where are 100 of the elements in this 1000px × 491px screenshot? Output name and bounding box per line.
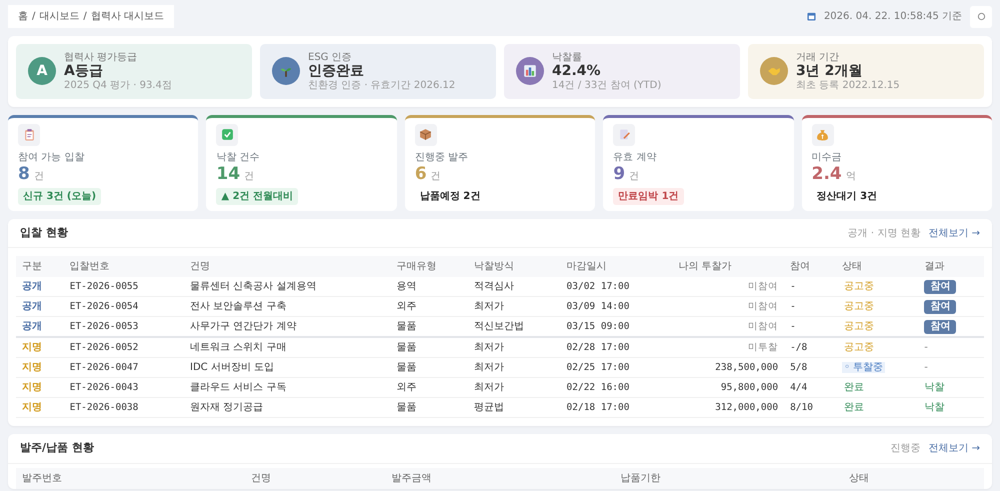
result-text: 낙찰 <box>924 382 944 394</box>
clipboard-icon <box>22 128 36 142</box>
join-button[interactable]: 참여 <box>924 300 956 314</box>
tile-value: 인증완료 <box>308 63 365 80</box>
breadcrumb-separator: / <box>32 11 36 22</box>
bid-number: ET-2026-0043 <box>64 378 184 398</box>
bid-type: 공개 <box>16 277 64 297</box>
result-text: 낙찰 <box>924 402 944 414</box>
deadline: 02/22 16:00 <box>560 378 672 398</box>
deadline: 03/02 17:00 <box>560 277 672 297</box>
deadline: 03/15 09:00 <box>560 316 672 338</box>
column-header: 낙찰방식 <box>468 256 561 278</box>
participation: - <box>784 277 836 297</box>
award-method: 평균법 <box>468 398 561 418</box>
status-label: ◦ 투찰중 <box>842 362 886 374</box>
tile-value: A등급 <box>64 63 104 80</box>
kpi-value: 14 <box>216 164 240 184</box>
column-header: 나의 투찰가 <box>672 256 784 278</box>
check-box-icon <box>220 128 234 142</box>
kpi-label: 유효 계약 <box>613 150 658 165</box>
bid-name: 원자재 정기공급 <box>184 398 390 418</box>
award-method: 최저가 <box>468 358 561 378</box>
purchase-type: 물품 <box>390 337 468 358</box>
participation: - <box>784 316 836 338</box>
purchase-type: 외주 <box>390 296 468 317</box>
section-meta: 공개 · 지명 현황 <box>848 226 920 241</box>
column-header: 발주번호 <box>16 468 245 489</box>
bid-price: 미참여 <box>672 296 784 317</box>
column-header: 마감일시 <box>560 256 672 278</box>
tile-value: 3년 2개월 <box>796 63 864 80</box>
kpi-unit: 억 <box>846 170 856 182</box>
bid-type: 지명 <box>16 358 64 378</box>
tile-value: 42.4% <box>552 63 602 80</box>
view-all-link[interactable]: 전체보기 → <box>928 226 980 241</box>
refresh-icon <box>976 12 986 21</box>
deadline: 02/28 17:00 <box>560 337 672 358</box>
refresh-button[interactable] <box>970 6 992 28</box>
column-header: 납품기한 <box>614 468 844 489</box>
bid-price: 238,500,000 <box>672 358 784 378</box>
kpi-label: 진행중 발주 <box>414 150 469 165</box>
bid-name: IDC 서버장비 도입 <box>184 358 390 378</box>
status-label: 공고중 <box>843 321 876 332</box>
column-header: 결과 <box>918 256 984 278</box>
bid-number: ET-2026-0052 <box>64 337 184 358</box>
column-header: 구매유형 <box>390 256 468 278</box>
view-all-link[interactable]: 전체보기 → <box>928 441 980 456</box>
status-label: 완료 <box>843 402 866 414</box>
calendar-icon <box>806 12 816 21</box>
deadline: 03/09 14:00 <box>560 296 672 317</box>
bid-type: 지명 <box>16 378 64 398</box>
column-header: 건명 <box>184 256 390 278</box>
bar-chart-icon <box>523 64 537 78</box>
kpi-label: 참여 가능 입찰 <box>18 150 86 165</box>
status-label: 완료 <box>843 382 866 394</box>
kpi-unit: 건 <box>244 170 254 182</box>
breadcrumb-link[interactable]: 대시보드 <box>39 11 80 22</box>
status-label: 공고중 <box>843 342 876 354</box>
column-header: 구분 <box>16 256 64 278</box>
column-header: 상태 <box>843 468 984 489</box>
deadline: 02/18 17:00 <box>560 398 672 418</box>
tile-label: 협력사 평가등급 <box>64 52 138 63</box>
participation: -/8 <box>784 337 836 358</box>
breadcrumb-link[interactable]: 홈 <box>18 11 28 22</box>
participation: 8/10 <box>784 398 836 418</box>
award-method: 적신보간법 <box>468 316 561 338</box>
section-title: 발주/납품 현황 <box>20 440 94 456</box>
tile-subtext: 친환경 인증 · 유효기간 2026.12 <box>308 80 456 91</box>
bid-number: ET-2026-0047 <box>64 358 184 378</box>
participation: 4/4 <box>784 378 836 398</box>
kpi-unit: 건 <box>430 170 441 182</box>
section-meta: 진행중 <box>890 442 920 456</box>
bid-type: 공개 <box>16 296 64 317</box>
kpi-value: 9 <box>613 164 626 184</box>
join-button[interactable]: 참여 <box>924 320 956 334</box>
bid-price: 95,800,000 <box>672 378 784 398</box>
award-method: 최저가 <box>468 296 561 317</box>
section-title: 입찰 현황 <box>20 224 68 241</box>
breadcrumb-separator: / <box>83 11 87 22</box>
kpi-value: 2.4 <box>812 164 842 184</box>
kpi-label: 미수금 <box>812 150 843 165</box>
package-icon <box>419 128 432 142</box>
bid-name: 사무가구 연간단가 계약 <box>184 316 390 338</box>
purchase-type: 용역 <box>390 277 468 297</box>
purchase-type: 물품 <box>390 316 468 338</box>
participation: - <box>784 296 836 317</box>
breadcrumb-current[interactable]: 협력사 대시보드 <box>90 11 164 22</box>
column-header: 입찰번호 <box>64 256 184 278</box>
kpi-value: 8 <box>18 164 30 184</box>
join-button[interactable]: 참여 <box>924 280 956 294</box>
bid-number: ET-2026-0054 <box>64 296 184 317</box>
tile-label: 거래 기간 <box>796 52 840 63</box>
kpi-value: 6 <box>414 164 427 184</box>
bid-type: 공개 <box>16 316 64 338</box>
bid-name: 클라우드 서비스 구독 <box>184 378 390 398</box>
award-method: 최저가 <box>468 337 561 358</box>
bid-number: ET-2026-0038 <box>64 398 184 418</box>
purchase-type: 물품 <box>390 398 468 418</box>
kpi-unit: 건 <box>629 170 640 182</box>
money-bag-icon <box>816 128 830 142</box>
bid-type: 지명 <box>16 337 64 358</box>
